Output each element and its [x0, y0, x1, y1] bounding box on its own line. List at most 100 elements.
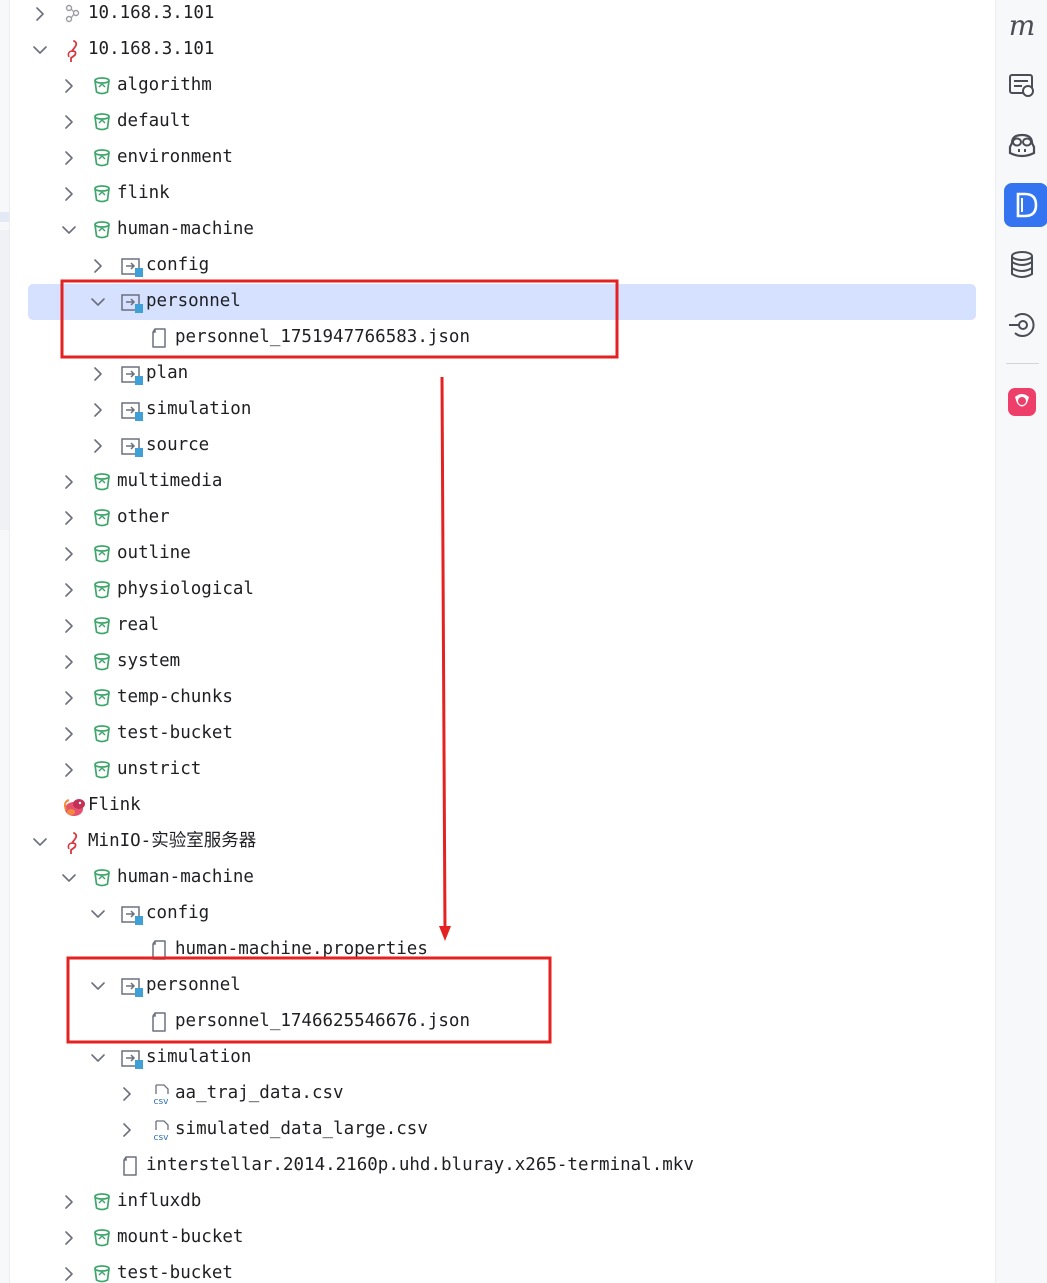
chevron-right-icon[interactable] — [60, 545, 78, 563]
chevron-right-icon[interactable] — [60, 1193, 78, 1211]
tree-item-label: multimedia — [117, 471, 223, 491]
app-tool-button[interactable] — [1003, 383, 1041, 421]
bucket-icon — [92, 688, 112, 708]
tree-row[interactable]: Flink — [10, 788, 994, 824]
chevron-right-icon[interactable] — [118, 1121, 136, 1139]
chevron-down-icon[interactable] — [89, 905, 107, 923]
tree-row[interactable]: human-machine — [10, 212, 994, 248]
tree-row[interactable]: personnel — [10, 968, 994, 1004]
chevron-right-icon[interactable] — [60, 77, 78, 95]
chevron-right-icon[interactable] — [31, 5, 49, 23]
tree-row[interactable]: config — [10, 248, 994, 284]
tree-row[interactable]: influxdb — [10, 1184, 994, 1220]
copilot-icon — [1008, 133, 1036, 158]
tree-row[interactable]: multimedia — [10, 464, 994, 500]
right-tool-window-bar: m — [995, 0, 1047, 1283]
chevron-down-icon[interactable] — [31, 833, 49, 851]
tree-row[interactable]: test-bucket — [10, 1256, 994, 1283]
chevron-right-icon[interactable] — [60, 473, 78, 491]
tree-item-label: outline — [117, 543, 191, 563]
chevron-down-icon[interactable] — [31, 41, 49, 59]
chevron-right-icon[interactable] — [60, 113, 78, 131]
tree-item-label: flink — [117, 183, 170, 203]
folder-icon — [121, 256, 143, 277]
tree-row[interactable]: other — [10, 500, 994, 536]
chevron-down-icon[interactable] — [89, 977, 107, 995]
bucket-icon — [92, 112, 112, 132]
tree-row[interactable]: test-bucket — [10, 716, 994, 752]
folder-icon — [121, 436, 143, 457]
chevron-down-icon[interactable] — [60, 221, 78, 239]
database-tool-button[interactable] — [1003, 246, 1041, 284]
tree-row[interactable]: 10.168.3.101 — [10, 0, 994, 32]
tree-row[interactable]: config — [10, 896, 994, 932]
chevron-right-icon[interactable] — [60, 617, 78, 635]
tree-item-label: personnel_1746625546676.json — [175, 1011, 471, 1031]
file-icon — [150, 1012, 170, 1032]
chevron-down-icon[interactable] — [89, 1049, 107, 1067]
tree-row[interactable]: temp-chunks — [10, 680, 994, 716]
tree-row[interactable]: csv aa_traj_data.csv — [10, 1076, 994, 1112]
folder-icon — [121, 904, 143, 925]
bucket-icon — [92, 1228, 112, 1248]
chevron-right-icon[interactable] — [89, 257, 107, 275]
tree-row[interactable]: personnel_1751947766583.json — [10, 320, 994, 356]
tree-item-label: personnel — [146, 291, 241, 311]
tree-row[interactable]: simulation — [10, 392, 994, 428]
tree-row[interactable]: default — [10, 104, 994, 140]
tree-row[interactable]: algorithm — [10, 68, 994, 104]
chevron-right-icon[interactable] — [118, 1085, 136, 1103]
tree-item-label: 10.168.3.101 — [88, 3, 215, 23]
tree-row[interactable]: personnel_1746625546676.json — [10, 1004, 994, 1040]
chevron-right-icon[interactable] — [60, 509, 78, 527]
tree-row[interactable]: simulation — [10, 1040, 994, 1076]
bucket-icon — [92, 508, 112, 528]
tree-row[interactable]: unstrict — [10, 752, 994, 788]
tree-row[interactable]: environment — [10, 140, 994, 176]
tree-row[interactable]: flink — [10, 176, 994, 212]
maven-tool-button[interactable]: m — [1003, 7, 1041, 45]
tree-row[interactable]: source — [10, 428, 994, 464]
chevron-right-icon[interactable] — [60, 653, 78, 671]
chevron-right-icon[interactable] — [89, 401, 107, 419]
tree-row[interactable]: mount-bucket — [10, 1220, 994, 1256]
tree-row[interactable]: interstellar.2014.2160p.uhd.bluray.x265-… — [10, 1148, 994, 1184]
minio-flamingo-icon — [63, 40, 83, 63]
chevron-down-icon[interactable] — [89, 293, 107, 311]
tree-item-label: test-bucket — [117, 1263, 233, 1283]
d-tool-button[interactable] — [1004, 183, 1047, 227]
chevron-right-icon[interactable] — [89, 365, 107, 383]
chevron-right-icon[interactable] — [60, 581, 78, 599]
chevron-right-icon[interactable] — [60, 1265, 78, 1283]
tree-row[interactable]: 10.168.3.101 — [10, 32, 994, 68]
services-tool-button[interactable] — [1003, 306, 1041, 344]
tree-item-label: MinIO-实验室服务器 — [88, 831, 257, 851]
chevron-right-icon[interactable] — [60, 185, 78, 203]
tree-row[interactable]: plan — [10, 356, 994, 392]
chevron-right-icon[interactable] — [60, 725, 78, 743]
chevron-right-icon[interactable] — [60, 689, 78, 707]
tree-row[interactable]: real — [10, 608, 994, 644]
tree-item-label: config — [146, 903, 210, 923]
tree-row[interactable]: human-machine.properties — [10, 932, 994, 968]
folder-icon — [121, 1048, 143, 1069]
tree-row[interactable]: system — [10, 644, 994, 680]
tree-row[interactable]: outline — [10, 536, 994, 572]
tree-row[interactable]: MinIO-实验室服务器 — [10, 824, 994, 860]
tree-item-label: personnel_1751947766583.json — [175, 327, 471, 347]
tree-row[interactable]: physiological — [10, 572, 994, 608]
tree-row[interactable]: csv simulated_data_large.csv — [10, 1112, 994, 1148]
d-letter-icon — [1016, 192, 1038, 218]
tree-item-label: interstellar.2014.2160p.uhd.bluray.x265-… — [146, 1155, 694, 1175]
chevron-right-icon[interactable] — [60, 761, 78, 779]
file-icon — [150, 328, 170, 348]
chevron-right-icon[interactable] — [60, 149, 78, 167]
chevron-down-icon[interactable] — [60, 869, 78, 887]
tree-row[interactable]: human-machine — [10, 860, 994, 896]
chevron-right-icon[interactable] — [60, 1229, 78, 1247]
bucket-icon — [92, 76, 112, 96]
chevron-right-icon[interactable] — [89, 437, 107, 455]
tree-row[interactable]: personnel — [10, 284, 994, 320]
copilot-tool-button[interactable] — [1003, 126, 1041, 164]
endpoints-tool-button[interactable] — [1003, 66, 1041, 104]
